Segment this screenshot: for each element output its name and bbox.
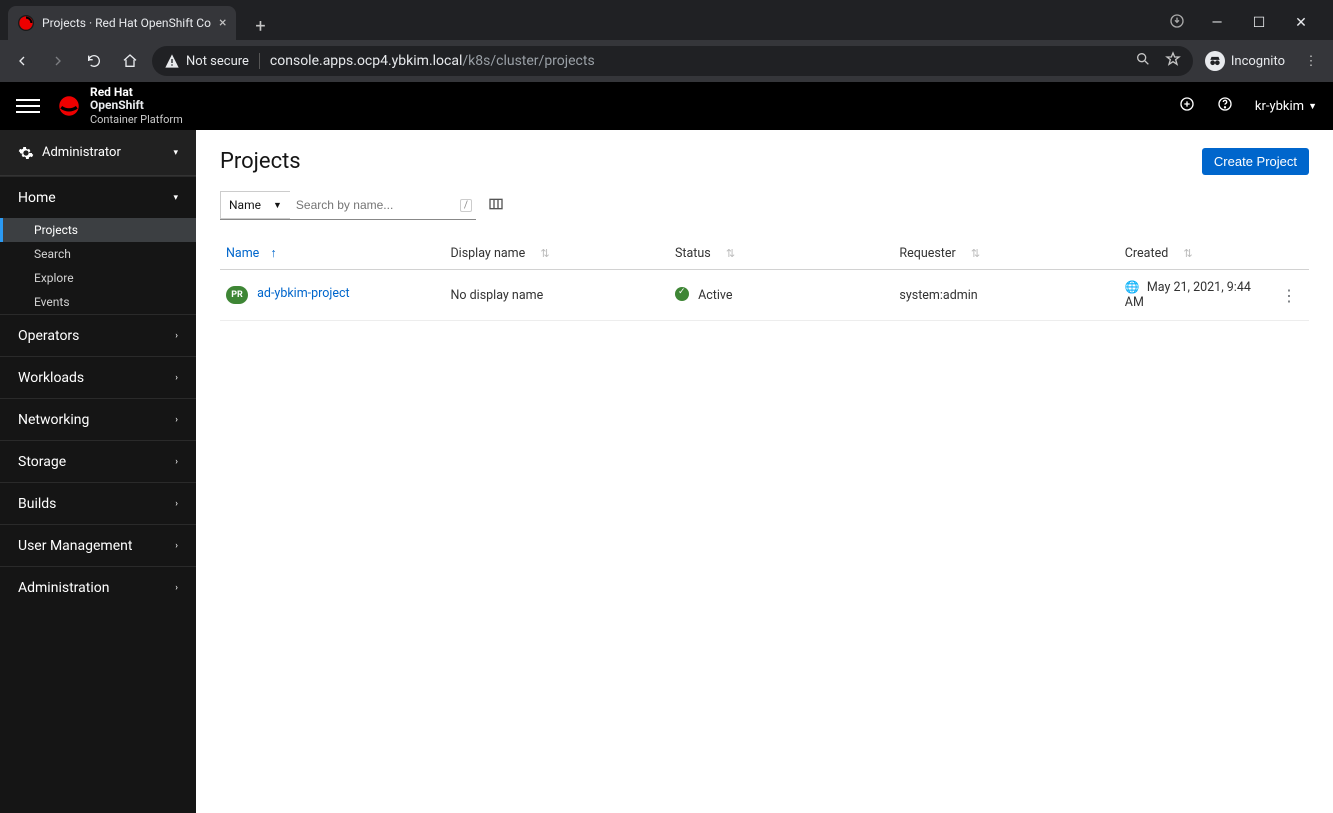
nav-group-home[interactable]: Home ▾ bbox=[0, 176, 196, 218]
brand[interactable]: Red Hat OpenShift Container Platform bbox=[56, 86, 183, 126]
chevron-down-icon: ▾ bbox=[173, 148, 178, 158]
col-display[interactable]: Display name ⇅ bbox=[444, 238, 669, 270]
browser-chrome: Projects · Red Hat OpenShift Co × + — ☐ … bbox=[0, 0, 1333, 82]
close-icon[interactable]: × bbox=[219, 15, 226, 31]
col-name[interactable]: Name ↑ bbox=[220, 238, 444, 270]
sort-asc-icon: ↑ bbox=[270, 246, 276, 261]
globe-icon: 🌐 bbox=[1125, 280, 1140, 294]
chevron-right-icon: › bbox=[175, 583, 178, 593]
search-shortcut-hint: / bbox=[460, 199, 472, 212]
incognito-badge[interactable]: Incognito bbox=[1201, 49, 1289, 73]
nav-group-storage[interactable]: Storage › bbox=[0, 440, 196, 482]
gear-icon bbox=[18, 145, 34, 161]
col-status[interactable]: Status ⇅ bbox=[669, 238, 893, 270]
chevron-right-icon: › bbox=[175, 541, 178, 551]
nav-group-networking[interactable]: Networking › bbox=[0, 398, 196, 440]
forward-button[interactable] bbox=[44, 47, 72, 75]
cell-status: Active bbox=[669, 270, 893, 321]
project-badge: PR bbox=[226, 286, 248, 304]
sidebar-item-events[interactable]: Events bbox=[0, 290, 196, 314]
cell-requester: system:admin bbox=[893, 270, 1118, 321]
address-bar[interactable]: Not secure console.apps.ocp4.ybkim.local… bbox=[152, 46, 1193, 76]
projects-table: Name ↑ Display name ⇅ Status ⇅ Requester… bbox=[220, 238, 1309, 321]
nav-toggle-button[interactable] bbox=[16, 94, 40, 118]
project-link[interactable]: ad-ybkim-project bbox=[257, 286, 350, 301]
col-created[interactable]: Created ⇅ bbox=[1119, 238, 1269, 270]
nav-group-administration[interactable]: Administration › bbox=[0, 566, 196, 608]
table-row: PR ad-ybkim-project No display name Acti… bbox=[220, 270, 1309, 321]
security-indicator[interactable]: Not secure bbox=[164, 53, 260, 69]
sidebar: Administrator ▾ Home ▾ Projects Search E… bbox=[0, 130, 196, 813]
back-button[interactable] bbox=[8, 47, 36, 75]
sidebar-item-search[interactable]: Search bbox=[0, 242, 196, 266]
help-icon[interactable] bbox=[1217, 96, 1233, 116]
user-menu[interactable]: kr-ybkim ▼ bbox=[1255, 99, 1317, 114]
browser-tab[interactable]: Projects · Red Hat OpenShift Co × bbox=[8, 6, 236, 40]
nav-group-builds[interactable]: Builds › bbox=[0, 482, 196, 524]
new-tab-button[interactable]: + bbox=[246, 12, 274, 40]
app-masthead: Red Hat OpenShift Container Platform kr-… bbox=[0, 82, 1333, 130]
bookmark-icon[interactable] bbox=[1165, 51, 1181, 71]
chevron-right-icon: › bbox=[175, 499, 178, 509]
chevron-right-icon: › bbox=[175, 415, 178, 425]
minimize-icon[interactable]: — bbox=[1207, 15, 1227, 31]
nav-group-workloads[interactable]: Workloads › bbox=[0, 356, 196, 398]
address-row: Not secure console.apps.ocp4.ybkim.local… bbox=[0, 40, 1333, 82]
home-button[interactable] bbox=[116, 47, 144, 75]
incognito-icon bbox=[1205, 51, 1225, 71]
sort-icon: ⇅ bbox=[971, 247, 980, 260]
filter-toolbar: Name ▼ / bbox=[220, 191, 1309, 220]
not-secure-label: Not secure bbox=[186, 54, 249, 69]
sort-icon: ⇅ bbox=[540, 247, 549, 260]
redhat-logo-icon bbox=[56, 93, 82, 119]
cell-display: No display name bbox=[444, 270, 669, 321]
status-active-icon bbox=[675, 287, 689, 301]
page-title: Projects bbox=[220, 149, 301, 174]
browser-menu-icon[interactable]: ⋮ bbox=[1297, 47, 1325, 75]
close-window-icon[interactable]: ✕ bbox=[1291, 15, 1311, 31]
create-project-button[interactable]: Create Project bbox=[1202, 148, 1309, 175]
window-controls: — ☐ ✕ bbox=[1155, 6, 1325, 40]
tab-favicon-icon bbox=[18, 15, 34, 31]
sort-icon: ⇅ bbox=[1183, 247, 1192, 260]
filter-field-dropdown[interactable]: Name ▼ bbox=[220, 191, 290, 219]
row-kebab-menu[interactable]: ⋮ bbox=[1275, 286, 1303, 305]
reload-button[interactable] bbox=[80, 47, 108, 75]
nav-group-home-items: Projects Search Explore Events bbox=[0, 218, 196, 314]
chevron-down-icon: ▼ bbox=[273, 200, 282, 211]
chevron-right-icon: › bbox=[175, 457, 178, 467]
zoom-icon[interactable] bbox=[1135, 51, 1151, 71]
tab-title: Projects · Red Hat OpenShift Co bbox=[42, 16, 211, 30]
downloads-icon[interactable] bbox=[1169, 13, 1185, 33]
perspective-switcher[interactable]: Administrator ▾ bbox=[0, 130, 196, 176]
chevron-down-icon: ▾ bbox=[173, 193, 178, 203]
app-body: Administrator ▾ Home ▾ Projects Search E… bbox=[0, 130, 1333, 813]
nav-group-operators[interactable]: Operators › bbox=[0, 314, 196, 356]
url-text: console.apps.ocp4.ybkim.local/k8s/cluste… bbox=[270, 53, 595, 69]
nav-group-user-management[interactable]: User Management › bbox=[0, 524, 196, 566]
chevron-right-icon: › bbox=[175, 331, 178, 341]
page-header: Projects Create Project bbox=[220, 148, 1309, 175]
columns-button[interactable] bbox=[488, 196, 504, 216]
sidebar-item-projects[interactable]: Projects bbox=[0, 218, 196, 242]
cell-created: 🌐 May 21, 2021, 9:44 AM bbox=[1119, 270, 1269, 321]
search-input[interactable] bbox=[290, 191, 460, 219]
sort-icon: ⇅ bbox=[726, 247, 735, 260]
chevron-down-icon: ▼ bbox=[1308, 101, 1317, 112]
col-requester[interactable]: Requester ⇅ bbox=[893, 238, 1118, 270]
chevron-right-icon: › bbox=[175, 373, 178, 383]
add-icon[interactable] bbox=[1179, 96, 1195, 116]
tab-strip: Projects · Red Hat OpenShift Co × + — ☐ … bbox=[0, 0, 1333, 40]
maximize-icon[interactable]: ☐ bbox=[1249, 15, 1269, 31]
main-content: Projects Create Project Name ▼ / Name bbox=[196, 130, 1333, 813]
sidebar-item-explore[interactable]: Explore bbox=[0, 266, 196, 290]
